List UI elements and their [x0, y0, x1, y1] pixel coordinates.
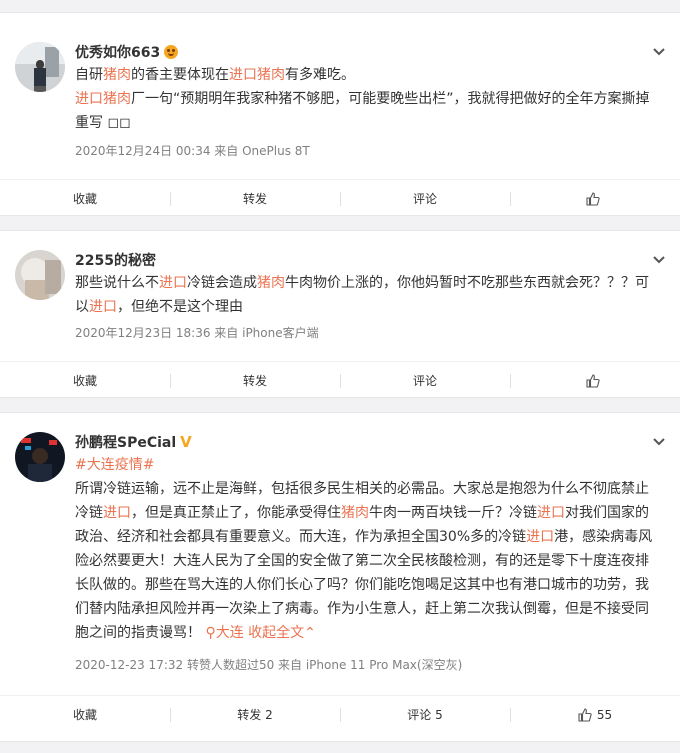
favorite-button[interactable]: 收藏	[0, 696, 170, 733]
post-card: 2255的秘密 那些说什么不进口冷链会造成猪肉牛肉物价上涨的，你他妈暂时不吃那些…	[0, 230, 680, 398]
like-button[interactable]	[510, 180, 680, 217]
topic-link[interactable]: #大连疫情#	[75, 453, 658, 477]
post-card: 孙鹏程SPeCial V #大连疫情# 所谓冷链运输，远不止是海鲜，包括很多民生…	[0, 412, 680, 742]
post-meta: 2020-12-23 17:32 转赞人数超过50 来自 iPhone 11 P…	[75, 658, 463, 672]
keyword-highlight[interactable]: 猪肉	[341, 505, 369, 521]
post-text: #大连疫情# 所谓冷链运输，远不止是海鲜，包括很多民生相关的必需品。大家总是抱怨…	[75, 453, 658, 645]
keyword-highlight[interactable]: 进口猪肉	[75, 91, 131, 107]
avatar[interactable]	[15, 432, 65, 482]
chevron-down-icon[interactable]	[652, 45, 666, 59]
avatar[interactable]	[15, 42, 65, 92]
post-text: 那些说什么不进口冷链会造成猪肉牛肉物价上涨的，你他妈暂时不吃那些东西就会死？？？…	[75, 275, 649, 315]
vip-badge-icon	[164, 45, 179, 59]
thumbs-up-icon	[578, 707, 592, 722]
action-bar: 收藏 转发 评论	[0, 361, 680, 399]
chevron-down-icon[interactable]	[652, 253, 666, 267]
post-meta: 2020年12月23日 18:36 来自 iPhone客户端	[75, 326, 319, 340]
username[interactable]: 孙鹏程SPeCial V	[75, 432, 192, 452]
repost-button[interactable]: 转发	[170, 362, 340, 399]
verified-v-icon: V	[180, 433, 192, 451]
collapse-fulltext-link[interactable]: 收起全文⌃	[248, 625, 316, 641]
thumbs-up-icon	[585, 191, 600, 206]
location-pin-icon: ⚲	[205, 625, 216, 641]
keyword-highlight[interactable]: 进口	[526, 529, 554, 545]
top-divider	[0, 0, 680, 12]
favorite-button[interactable]: 收藏	[0, 180, 170, 217]
favorite-button[interactable]: 收藏	[0, 362, 170, 399]
like-button[interactable]: 55	[510, 696, 680, 733]
post-meta: 2020年12月24日 00:34 来自 OnePlus 8T	[75, 144, 310, 158]
username[interactable]: 优秀如你663	[75, 42, 179, 62]
post-text: 自研猪肉的香主要体现在进口猪肉有多难吃。 进口猪肉厂一句“预期明年我家种猪不够肥…	[75, 63, 658, 135]
keyword-highlight[interactable]: 进口	[159, 275, 187, 291]
keyword-highlight[interactable]: 进口	[103, 505, 131, 521]
post-card: 优秀如你663 自研猪肉的香主要体现在进口猪肉有多难吃。 进口猪肉厂一句“预期明…	[0, 12, 680, 216]
keyword-highlight[interactable]: 进口猪肉	[229, 67, 285, 83]
chevron-up-icon: ⌃	[304, 625, 316, 641]
chevron-down-icon[interactable]	[652, 435, 666, 449]
comment-button[interactable]: 评论	[340, 362, 510, 399]
thumbs-up-icon	[585, 373, 600, 388]
keyword-highlight[interactable]: 进口	[89, 299, 117, 315]
comment-button[interactable]: 评论 5	[340, 696, 510, 733]
keyword-highlight[interactable]: 猪肉	[257, 275, 285, 291]
post-line-2: 进口猪肉厂一句“预期明年我家种猪不够肥，可能要晚些出栏”，我就得把做好的全年方案…	[75, 91, 650, 131]
repost-button[interactable]: 转发	[170, 180, 340, 217]
post-body: 所谓冷链运输，远不止是海鲜，包括很多民生相关的必需品。大家总是抱怨为什么不彻底禁…	[75, 481, 653, 641]
like-button[interactable]	[510, 362, 680, 399]
keyword-highlight[interactable]: 猪肉	[103, 67, 131, 83]
keyword-highlight[interactable]: 进口	[537, 505, 565, 521]
username[interactable]: 2255的秘密	[75, 250, 156, 270]
post-line-1: 自研猪肉的香主要体现在进口猪肉有多难吃。	[75, 67, 355, 83]
location-link[interactable]: ⚲大连	[205, 625, 243, 641]
action-bar: 收藏 转发 评论	[0, 179, 680, 217]
action-bar: 收藏 转发 2 评论 5 55	[0, 695, 680, 733]
comment-button[interactable]: 评论	[340, 180, 510, 217]
avatar[interactable]	[15, 250, 65, 300]
repost-button[interactable]: 转发 2	[170, 696, 340, 733]
